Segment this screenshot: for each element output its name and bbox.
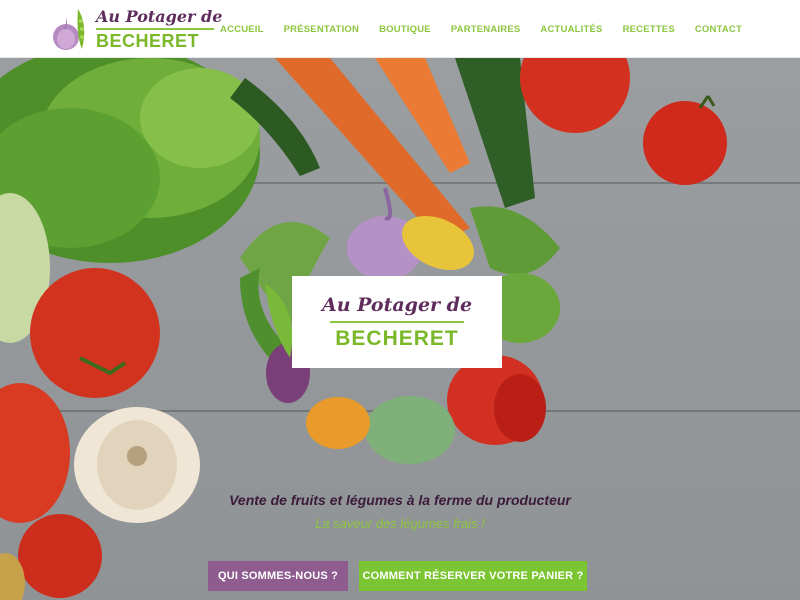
logo-bold-text: BECHERET [96, 30, 200, 51]
hero-tagline: Vente de fruits et légumes à la ferme du… [229, 492, 571, 508]
reserve-basket-button[interactable]: COMMENT RÉSERVER VOTRE PANIER ? [359, 561, 587, 591]
about-us-button[interactable]: QUI SOMMES-NOUS ? [208, 561, 348, 591]
site-logo[interactable]: Au Potager de BECHERET [50, 4, 223, 54]
tomato-icon [30, 268, 160, 398]
logo-divider [96, 27, 214, 30]
center-logo-card: Au Potager de BECHERET [292, 276, 502, 368]
nav-item-actualites[interactable]: ACTUALITÉS [530, 24, 612, 35]
nav-item-boutique[interactable]: BOUTIQUE [369, 24, 441, 35]
card-script-text: Au Potager de [321, 293, 473, 316]
nav-item-partenaires[interactable]: PARTENAIRES [441, 24, 531, 35]
garlic-peas-icon [53, 9, 85, 50]
nav-item-contact[interactable]: CONTACT [685, 24, 752, 35]
tomato-icon [643, 101, 727, 185]
card-bold-text: BECHERET [335, 326, 459, 350]
main-nav: ACCUEIL PRÉSENTATION BOUTIQUE PARTENAIRE… [210, 0, 752, 58]
site-header: Au Potager de BECHERET ACCUEIL PRÉSENTAT… [0, 0, 800, 58]
hero-subtagline: La saveur des légumes frais ! [315, 516, 485, 531]
nav-item-presentation[interactable]: PRÉSENTATION [274, 24, 369, 35]
card-divider [330, 320, 464, 323]
nav-item-recettes[interactable]: RECETTES [613, 24, 685, 35]
logo-script-text: Au Potager de [96, 6, 223, 26]
nav-item-accueil[interactable]: ACCUEIL [210, 24, 274, 35]
tomato-icon [520, 58, 630, 133]
